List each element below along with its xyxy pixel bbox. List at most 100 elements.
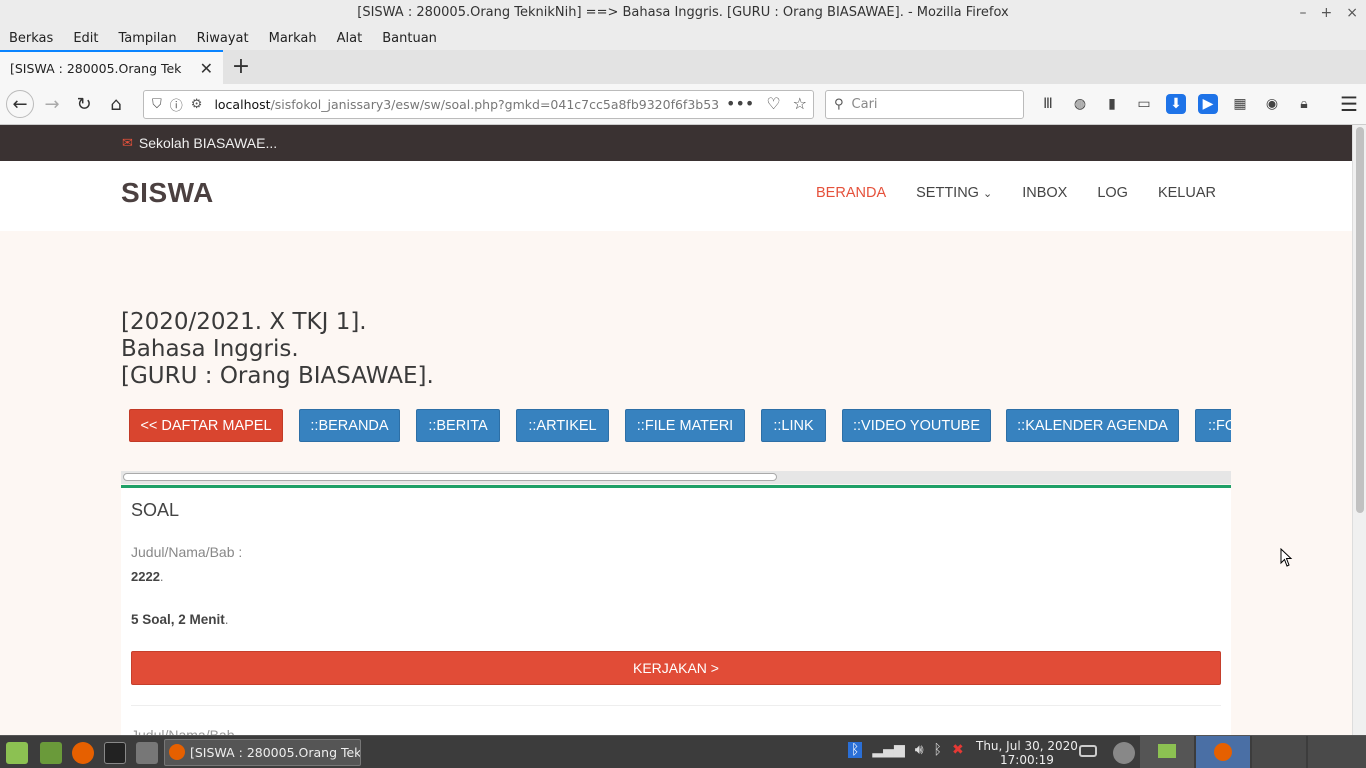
mint-menu-icon[interactable] [6, 742, 28, 764]
nav-toolbar: ← → ↻ ⌂ ⛉ ⓘ ⚙ localhost/sisfokol_janissa… [0, 84, 1366, 125]
forum-button-partial[interactable]: ::FO [1195, 409, 1231, 442]
workspace-2[interactable] [1196, 736, 1250, 768]
buttons-horizontal-scrollbar[interactable] [121, 471, 1231, 484]
workspace-3[interactable] [1252, 736, 1306, 768]
workspace-1[interactable] [1140, 736, 1194, 768]
menu-tampilan[interactable]: Tampilan [119, 31, 177, 46]
shield-icon[interactable]: ⛉ [152, 97, 162, 112]
clock-time: 17:00:19 [1000, 753, 1054, 767]
page-vertical-scrollbar[interactable] [1352, 125, 1366, 735]
next-judul-label: Judul/Nama/Bab [131, 727, 235, 735]
bluetooth-icon[interactable]: ᛒ [934, 742, 942, 758]
kerjakan-button[interactable]: KERJAKAN > [131, 651, 1221, 685]
url-text[interactable]: localhost/sisfokol_janissary3/esw/sw/soa… [214, 97, 719, 112]
title-teacher: [GURU : Orang BIASAWAE]. [121, 363, 434, 389]
menu-alat[interactable]: Alat [337, 31, 363, 46]
site-nav: BERANDA SETTING ⌄ INBOX LOG KELUAR [816, 185, 1216, 201]
firefox-launcher-icon[interactable] [72, 742, 94, 764]
forward-icon[interactable]: → [38, 90, 66, 118]
clock-date: Thu, Jul 30, 2020 [976, 739, 1078, 753]
page-title: [2020/2021. X TKJ 1]. Bahasa Inggris. [G… [121, 309, 434, 390]
video-youtube-button[interactable]: ::VIDEO YOUTUBE [842, 409, 991, 442]
account-icon[interactable]: ◉ [1262, 94, 1282, 114]
maximize-icon[interactable]: + [1321, 0, 1333, 26]
zoom-extension-icon[interactable]: ▶ [1198, 94, 1218, 114]
judul-value: 2222. [131, 569, 164, 584]
file-materi-button[interactable]: ::FILE MATERI [625, 409, 745, 442]
sidebar-icon[interactable]: ▭ [1134, 94, 1154, 114]
nav-beranda[interactable]: BERANDA [816, 185, 886, 201]
volume-icon[interactable]: 🔊︎ [915, 742, 924, 758]
nav-keluar[interactable]: KELUAR [1158, 185, 1216, 201]
back-icon[interactable]: ← [6, 90, 34, 118]
envelope-icon: ✉ [122, 135, 133, 150]
reader-icon[interactable]: ▮ [1102, 94, 1122, 114]
taskbar-firefox-window[interactable]: [SISWA : 280005.Orang Tekn... [164, 739, 361, 766]
tab-title: [SISWA : 280005.Orang TeknikNih] [10, 60, 182, 76]
toolbar-icons: Ⅲ ◍ ▮ ▭ ⬇ ▶ ▦ ◉ 🔒︎ [1038, 94, 1314, 114]
extension-globe-icon[interactable]: ◍ [1070, 94, 1090, 114]
pocket-icon[interactable]: ♡ [766, 94, 780, 113]
home-icon[interactable]: ⌂ [102, 90, 130, 118]
school-name: Sekolah BIASAWAE... [138, 135, 278, 151]
site-brand[interactable]: SISWA [121, 177, 214, 209]
nav-log[interactable]: LOG [1097, 185, 1128, 201]
permissions-icon[interactable]: ⚙ [191, 97, 203, 112]
qr-code-icon[interactable]: ▦ [1230, 94, 1250, 114]
browser-tab-active[interactable]: [SISWA : 280005.Orang TeknikNih] ✕ [0, 50, 223, 84]
page-viewport: ✉ Sekolah BIASAWAE... SISWA BERANDA SETT… [0, 125, 1352, 735]
menu-edit[interactable]: Edit [73, 31, 98, 46]
subject-nav-buttons: << DAFTAR MAPEL ::BERANDA ::BERITA ::ART… [121, 409, 1231, 443]
artikel-button[interactable]: ::ARTIKEL [516, 409, 609, 442]
menu-riwayat[interactable]: Riwayat [197, 31, 249, 46]
page-actions-icon[interactable]: ••• [726, 94, 754, 113]
os-taskbar: [SISWA : 280005.Orang Tekn... ᛒ ▂▄▆ 🔊︎ ᛒ… [0, 735, 1366, 768]
show-desktop-icon[interactable] [40, 742, 62, 764]
menu-bantuan[interactable]: Bantuan [382, 31, 437, 46]
terminal-icon[interactable] [104, 742, 126, 764]
new-tab-icon[interactable]: + [230, 54, 252, 79]
lock-extension-icon[interactable]: 🔒︎ [1294, 94, 1314, 114]
address-bar[interactable]: ⛉ ⓘ ⚙ localhost/sisfokol_janissary3/esw/… [143, 90, 814, 119]
soal-info: 5 Soal, 2 Menit. [131, 612, 229, 627]
divider [131, 705, 1221, 706]
hamburger-menu-icon[interactable]: ☰ [1340, 92, 1358, 116]
soal-panel: SOAL Judul/Nama/Bab : 2222. 5 Soal, 2 Me… [121, 485, 1231, 735]
close-window-icon[interactable]: × [1346, 0, 1358, 26]
update-error-icon[interactable]: ✖ [952, 742, 964, 758]
window-titlebar: [SISWA : 280005.Orang TeknikNih] ==> Bah… [0, 0, 1366, 26]
vertical-scrollbar-thumb[interactable] [1356, 127, 1364, 513]
folder-icon [1158, 744, 1176, 758]
download-icon[interactable]: ⬇ [1166, 94, 1186, 114]
library-icon[interactable]: Ⅲ [1038, 94, 1058, 114]
kalender-agenda-button[interactable]: ::KALENDER AGENDA [1006, 409, 1179, 442]
link-button[interactable]: ::LINK [761, 409, 826, 442]
task-title: [SISWA : 280005.Orang Tekn... [190, 745, 361, 760]
nav-setting[interactable]: SETTING ⌄ [916, 185, 992, 201]
berita-button[interactable]: ::BERITA [416, 409, 500, 442]
network-icon[interactable]: ▂▄▆ [872, 742, 904, 758]
clock[interactable]: Thu, Jul 30, 2020 17:00:19 [976, 739, 1078, 767]
workspace-4[interactable] [1308, 736, 1366, 768]
site-topbar: ✉ Sekolah BIASAWAE... [0, 125, 1352, 161]
menu-berkas[interactable]: Berkas [9, 31, 53, 46]
search-input[interactable]: ⚲ Cari [825, 90, 1024, 119]
tabbar: [SISWA : 280005.Orang TeknikNih] ✕ + [0, 50, 1366, 84]
scrollbar-thumb[interactable] [123, 473, 777, 481]
battery-icon[interactable] [1079, 745, 1097, 757]
menu-markah[interactable]: Markah [269, 31, 317, 46]
files-launcher-icon[interactable] [136, 742, 158, 764]
chevron-down-icon: ⌄ [983, 188, 993, 200]
soal-heading: SOAL [131, 500, 180, 520]
mouse-cursor-icon [1280, 548, 1293, 567]
reload-icon[interactable]: ↻ [70, 90, 98, 118]
minimize-icon[interactable]: – [1300, 0, 1307, 26]
beranda-button[interactable]: ::BERANDA [299, 409, 400, 442]
daftar-mapel-button[interactable]: << DAFTAR MAPEL [129, 409, 283, 442]
bluetooth-blue-icon[interactable]: ᛒ [848, 742, 863, 758]
bookmark-star-icon[interactable]: ☆ [793, 94, 807, 113]
nav-inbox[interactable]: INBOX [1022, 185, 1067, 201]
tab-close-icon[interactable]: ✕ [200, 59, 213, 78]
info-icon[interactable]: ⓘ [170, 95, 183, 114]
user-icon[interactable] [1113, 742, 1135, 764]
